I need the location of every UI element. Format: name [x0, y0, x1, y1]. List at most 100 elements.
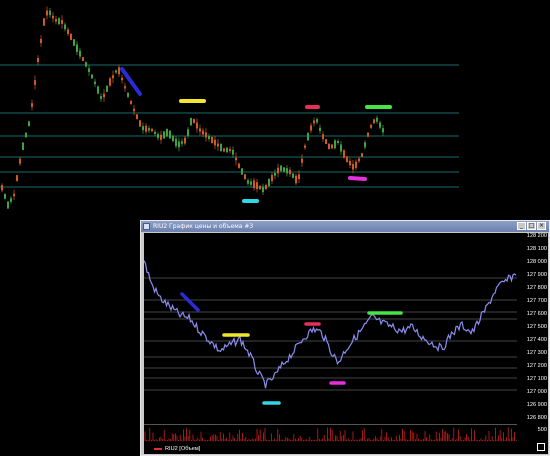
candle-body	[295, 175, 297, 184]
minimize-button[interactable]: _	[517, 222, 526, 230]
candle-body	[118, 67, 120, 75]
candle-body	[70, 33, 72, 41]
candle-body	[67, 29, 69, 35]
candle-body	[211, 136, 213, 144]
candle-body	[289, 169, 291, 175]
candle-body	[202, 130, 204, 135]
candle-body	[142, 126, 144, 131]
candle-body	[328, 143, 330, 150]
candle-body	[79, 50, 81, 57]
maximize-button[interactable]: □	[527, 222, 536, 230]
price-tick-label: 128 000	[526, 259, 547, 265]
lower-price-plot[interactable]	[144, 233, 517, 441]
price-axis[interactable]: 128 200 128 100 128 000 127 900 127 800 …	[517, 233, 548, 441]
candle-body	[241, 168, 243, 175]
candle-body	[322, 134, 324, 140]
candle-body	[259, 185, 261, 190]
volume-legend: RIU2 [Объем]	[154, 446, 200, 452]
candle-body	[73, 39, 75, 46]
candle-body	[238, 163, 240, 168]
candle-body	[223, 148, 225, 152]
price-tick-label: 127 100	[526, 376, 547, 382]
price-tick-label: 127 000	[526, 389, 547, 395]
candle-body	[130, 101, 132, 104]
candle-body	[343, 150, 345, 158]
magenta-marker	[348, 176, 367, 181]
candle-body	[355, 161, 357, 168]
candle-body	[40, 38, 42, 44]
candle-body	[334, 140, 336, 149]
candle-body	[247, 180, 249, 184]
candle-body	[181, 141, 183, 144]
candle-body	[283, 167, 285, 172]
candle-body	[49, 10, 51, 16]
candle-body	[154, 131, 156, 135]
candle-body	[379, 122, 381, 128]
candle-body	[349, 160, 351, 166]
candle-body	[253, 180, 255, 189]
candle-body	[358, 158, 360, 162]
candle-body	[265, 184, 267, 190]
candle-body	[244, 174, 246, 180]
price-volume-window[interactable]: RIU2 График цены и объема #3 _ □ × 128 2…	[140, 220, 550, 456]
candle-body	[91, 74, 93, 79]
candle-body	[340, 144, 342, 152]
upper-price-chart[interactable]	[0, 0, 460, 220]
candle-body	[304, 145, 306, 148]
candle-body	[145, 125, 147, 132]
candle-body	[187, 129, 189, 137]
candle-body	[115, 70, 117, 73]
close-button[interactable]: ×	[537, 222, 546, 230]
candle-body	[274, 172, 276, 176]
price-tick-label: 127 300	[526, 350, 547, 356]
candle-body	[148, 128, 150, 131]
candle-body	[64, 24, 66, 30]
candle-body	[58, 18, 60, 25]
candle-body	[46, 10, 48, 16]
candle-body	[310, 125, 312, 131]
price-tick-label: 128 200	[526, 233, 547, 239]
candle-body	[346, 156, 348, 163]
candle-body	[133, 108, 135, 112]
candle-body	[250, 181, 252, 185]
price-tick-label: 126 800	[526, 415, 547, 421]
upper-chart-canvas	[0, 6, 460, 209]
candle-body	[76, 44, 78, 52]
window-titlebar[interactable]: RIU2 График цены и объема #3 _ □ ×	[141, 221, 549, 232]
candle-body	[331, 144, 333, 149]
candle-body	[361, 153, 363, 157]
price-tick-label: 128 100	[526, 246, 547, 252]
candle-body	[22, 142, 24, 151]
window-title: RIU2 График цены и объема #3	[153, 223, 254, 230]
candle-body	[235, 157, 237, 161]
candle-body	[220, 143, 222, 152]
candle-body	[43, 18, 45, 26]
volume-pane[interactable]: 500 RIU2 [Объем]	[144, 424, 548, 454]
candle-body	[316, 119, 318, 123]
candle-body	[337, 140, 339, 144]
candle-body	[4, 194, 6, 199]
candle-body	[25, 132, 27, 138]
price-tick-label: 127 800	[526, 285, 547, 291]
candle-body	[373, 119, 375, 124]
candle-body	[196, 122, 198, 129]
candle-body	[229, 148, 231, 152]
candle-body	[160, 134, 162, 140]
candle-body	[205, 132, 207, 138]
candle-body	[28, 121, 30, 127]
candle-body	[127, 93, 129, 97]
candle-body	[169, 130, 171, 139]
candle-body	[85, 62, 87, 67]
candle-body	[31, 103, 33, 107]
candle-body	[103, 93, 105, 98]
candle-body	[94, 81, 96, 85]
candle-body	[112, 75, 114, 79]
candle-body	[61, 20, 63, 24]
candle-body	[175, 138, 177, 147]
pane-scroll-box[interactable]	[537, 443, 545, 451]
candle-body	[232, 149, 234, 155]
candle-body	[214, 139, 216, 146]
price-tick-label: 127 400	[526, 337, 547, 343]
price-tick-label: 126 900	[526, 402, 547, 408]
candle-body	[124, 86, 126, 89]
